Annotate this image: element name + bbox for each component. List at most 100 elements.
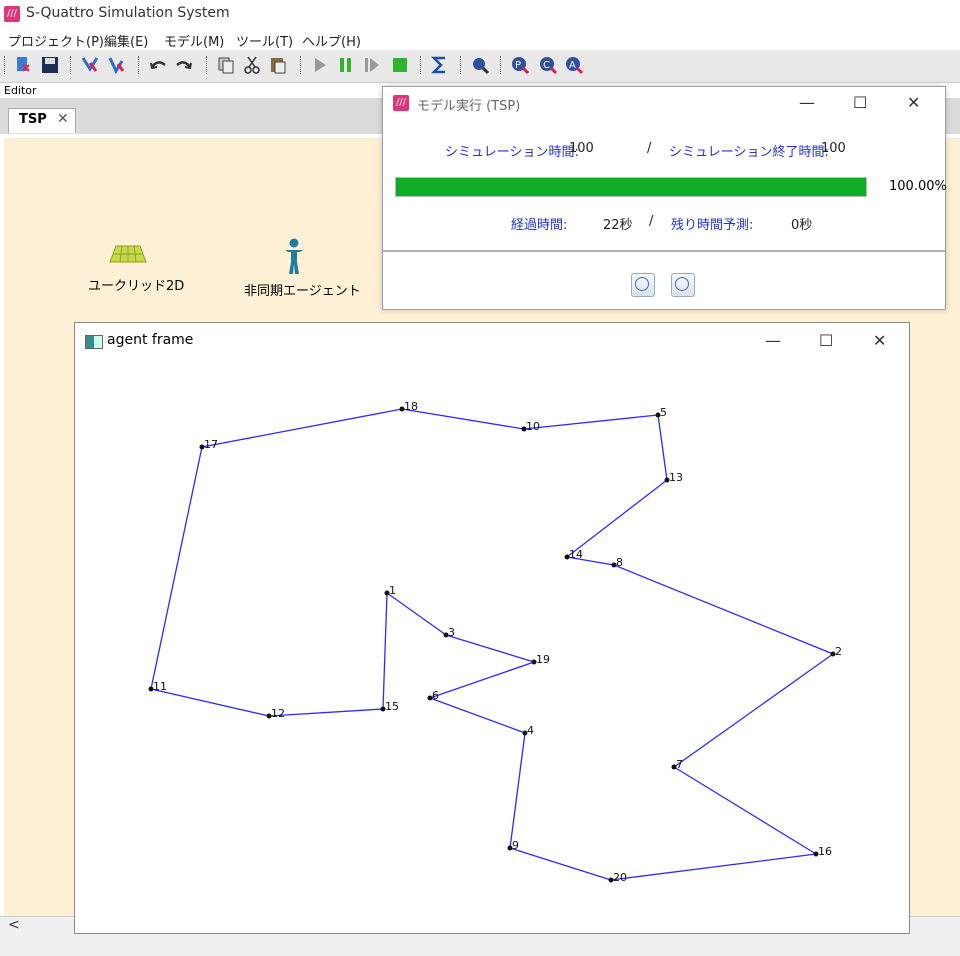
tab-tsp[interactable]: TSP ✕ <box>8 108 76 133</box>
editor-label: Editor <box>4 84 37 97</box>
tour-edge <box>150 688 270 717</box>
close-icon[interactable]: ✕ <box>907 93 920 112</box>
city-label: 16 <box>818 845 832 858</box>
tour-edge <box>657 414 668 481</box>
save-icon[interactable] <box>40 55 60 75</box>
progress-fill <box>396 178 866 196</box>
stop-run-button[interactable] <box>671 273 695 297</box>
pause-icon <box>635 277 649 291</box>
palette-label-agent: 非同期エージェント <box>244 284 361 299</box>
city-label: 19 <box>536 653 550 666</box>
pause-icon[interactable] <box>336 55 356 75</box>
city-label: 7 <box>676 758 683 771</box>
menu-bar: プロジェクト(P) 編集(E) モデル(M) ツール(T) ヘルプ(H) <box>0 28 960 50</box>
agent-person-icon[interactable] <box>282 238 306 280</box>
paste-icon[interactable] <box>268 55 288 75</box>
sum-icon[interactable] <box>430 55 450 75</box>
stop-icon <box>675 277 689 291</box>
import-icon[interactable] <box>80 55 100 75</box>
city-label: 20 <box>613 871 627 884</box>
tour-edge <box>509 847 612 881</box>
tour-edge <box>673 766 817 855</box>
toolbar-separator <box>70 56 73 74</box>
toolbar: P C A <box>0 50 960 83</box>
scroll-left-icon[interactable]: < <box>8 917 20 933</box>
redo-icon[interactable] <box>174 55 194 75</box>
city-label: 11 <box>153 680 167 693</box>
close-tab-icon[interactable]: ✕ <box>57 111 69 127</box>
svg-text:P: P <box>515 60 521 71</box>
city-label: 18 <box>404 400 418 413</box>
tour-edge <box>610 853 817 881</box>
tour-edge <box>673 653 834 768</box>
main-title-bar: /// S-Quattro Simulation System <box>0 0 960 28</box>
model-p-icon[interactable]: P <box>510 55 530 75</box>
euclid-grid-icon[interactable] <box>108 244 148 270</box>
elapsed-label: 経過時間: <box>511 218 568 233</box>
city-label: 14 <box>569 548 583 561</box>
city-label: 13 <box>669 471 683 484</box>
tour-edge <box>613 564 834 655</box>
search-icon[interactable] <box>470 55 490 75</box>
tour-edge <box>382 592 388 710</box>
toolbar-separator <box>420 56 423 74</box>
progress-bar <box>395 177 867 197</box>
city-label: 8 <box>616 556 623 569</box>
play-icon[interactable] <box>310 55 330 75</box>
city-label: 9 <box>512 839 519 852</box>
menu-tools[interactable]: ツール(T) <box>236 31 293 50</box>
model-c-icon[interactable]: C <box>538 55 558 75</box>
tour-edge <box>429 661 535 699</box>
slash-separator: / <box>649 214 654 229</box>
copy-icon[interactable] <box>216 55 236 75</box>
tour-edge <box>523 414 659 430</box>
remaining-value: 0秒 <box>791 218 813 233</box>
menu-project[interactable]: プロジェクト(P) <box>8 31 104 50</box>
sim-end-value: 100 <box>821 141 846 156</box>
app-title: S-Quattro Simulation System <box>26 5 230 21</box>
step-icon[interactable] <box>362 55 382 75</box>
toolbar-separator <box>4 56 7 74</box>
toolbar-separator <box>206 56 209 74</box>
dialog-title: モデル実行 (TSP) <box>417 99 521 114</box>
elapsed-value: 22秒 <box>603 218 633 233</box>
cut-icon[interactable] <box>242 55 262 75</box>
tour-plot: 18 10 5 13 14 8 2 7 16 20 9 4 6 19 3 1 15 12 11 17 <box>148 400 842 884</box>
agent-frame-window: agent frame — ☐ ✕ 18 10 5 13 14 8 2 7 16 20 9 4 6 19 3… <box>74 322 910 934</box>
city-label: 4 <box>527 724 534 737</box>
sim-time-label: シミュレーション時間: <box>445 145 579 160</box>
city-label: 3 <box>448 626 455 639</box>
city-label: 6 <box>432 689 439 702</box>
tab-label: TSP <box>19 112 47 127</box>
new-project-icon[interactable] <box>14 55 34 75</box>
menu-help[interactable]: ヘルプ(H) <box>302 31 361 50</box>
tour-edge <box>566 479 668 558</box>
stop-icon[interactable] <box>390 55 410 75</box>
tour-edge <box>445 634 535 663</box>
progress-percent: 100.00% <box>889 179 947 194</box>
status-bar <box>0 934 960 956</box>
sim-end-label: シミュレーション終了時間: <box>669 145 829 160</box>
model-run-dialog: /// モデル実行 (TSP) — ☐ ✕ シミュレーション時間: 100 / … <box>382 86 947 310</box>
toolbar-separator <box>300 56 303 74</box>
model-a-icon[interactable]: A <box>564 55 584 75</box>
tour-edge <box>401 408 525 430</box>
app-logo-icon: /// <box>393 95 409 111</box>
menu-edit[interactable]: 編集(E) <box>104 31 148 50</box>
city-label: 5 <box>660 406 667 419</box>
slash-separator: / <box>647 141 652 156</box>
city-label: 1 <box>389 584 396 597</box>
city-label: 17 <box>204 438 218 451</box>
city-label: 15 <box>385 700 399 713</box>
city-label: 12 <box>271 707 285 720</box>
minimize-icon[interactable]: — <box>799 93 815 112</box>
export-icon[interactable] <box>106 55 126 75</box>
toolbar-separator <box>138 56 141 74</box>
menu-model[interactable]: モデル(M) <box>164 31 224 50</box>
svg-text:A: A <box>569 60 576 71</box>
city-label: 2 <box>835 645 842 658</box>
maximize-icon[interactable]: ☐ <box>853 93 867 112</box>
undo-icon[interactable] <box>148 55 168 75</box>
divider <box>383 250 945 252</box>
pause-run-button[interactable] <box>631 273 655 297</box>
